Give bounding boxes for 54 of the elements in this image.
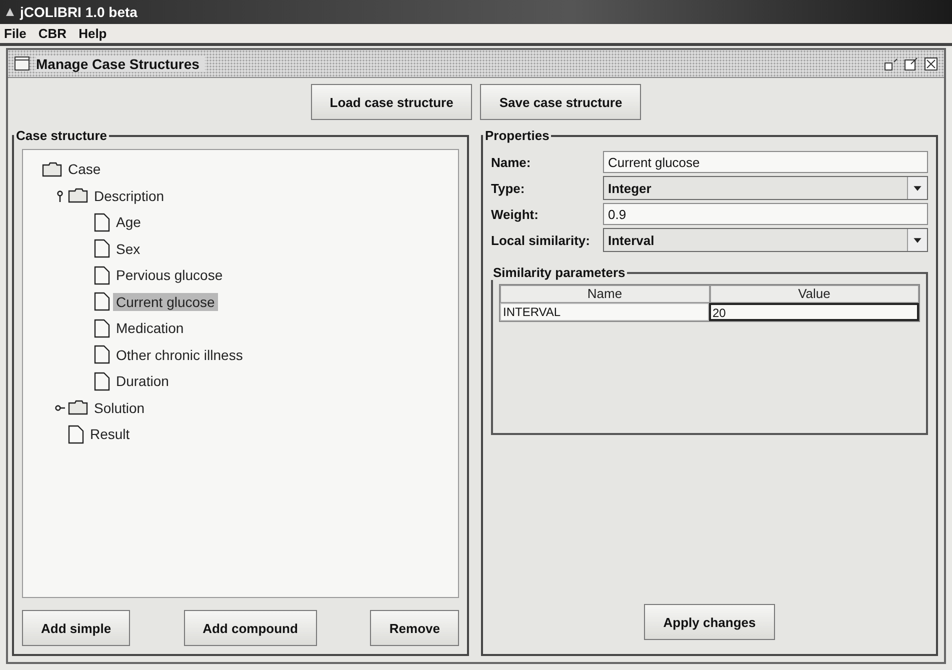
tree-node[interactable]: Sex bbox=[113, 240, 144, 258]
tree-node[interactable]: Description bbox=[91, 186, 168, 205]
tree-node[interactable]: Current glucose bbox=[113, 292, 218, 311]
table-cell[interactable]: INTERVAL bbox=[500, 303, 708, 321]
field-label: Type: bbox=[491, 180, 526, 196]
tree-node[interactable]: Solution bbox=[91, 398, 148, 417]
column-header[interactable]: Value bbox=[710, 285, 919, 303]
dropdown[interactable]: Integer bbox=[603, 176, 928, 200]
folder-icon bbox=[68, 400, 88, 416]
tree-node[interactable]: Other chronic illness bbox=[113, 346, 246, 364]
maximize-icon[interactable] bbox=[904, 56, 918, 70]
tree-node[interactable]: Result bbox=[87, 425, 133, 444]
toolbar-button[interactable]: Save case structure bbox=[480, 84, 642, 120]
tree-node[interactable]: Medication bbox=[113, 319, 187, 338]
action-button[interactable]: Add simple bbox=[22, 610, 130, 646]
table-cell[interactable]: 20 bbox=[708, 303, 919, 321]
column-header[interactable]: Name bbox=[500, 285, 710, 303]
panel-title: Properties bbox=[484, 128, 550, 143]
menu-item[interactable]: Help bbox=[78, 26, 107, 41]
field-label: Weight: bbox=[491, 206, 540, 222]
document-icon bbox=[94, 318, 110, 338]
action-button[interactable]: Add compound bbox=[184, 610, 317, 646]
document-icon bbox=[94, 212, 110, 232]
field-label: Local similarity: bbox=[491, 232, 591, 248]
tree-node[interactable]: Pervious glucose bbox=[113, 266, 226, 284]
tree-node[interactable]: Duration bbox=[113, 372, 172, 390]
document-icon bbox=[94, 372, 110, 391]
collapse-handle-icon[interactable] bbox=[55, 190, 65, 202]
action-button[interactable]: Remove bbox=[370, 610, 459, 646]
document-icon bbox=[94, 266, 110, 285]
panel-title: Case structure bbox=[15, 128, 108, 143]
window-icon bbox=[14, 56, 30, 71]
field-label: Name: bbox=[491, 154, 532, 170]
document-icon bbox=[94, 239, 110, 258]
frame-title: Manage Case Structures bbox=[36, 56, 206, 72]
document-icon bbox=[94, 345, 110, 364]
panel-title: Similarity parameters bbox=[492, 265, 626, 280]
tree-node[interactable]: Case bbox=[65, 160, 104, 178]
window-title: jCOLIBRI 1.0 beta bbox=[20, 4, 138, 20]
folder-icon bbox=[68, 188, 88, 204]
text-field[interactable]: 0.9 bbox=[603, 203, 928, 225]
minimize-icon[interactable] bbox=[884, 56, 898, 70]
app-icon bbox=[4, 6, 16, 18]
menu-item[interactable]: File bbox=[4, 26, 26, 41]
folder-icon bbox=[42, 162, 62, 177]
text-field[interactable]: Current glucose bbox=[603, 151, 928, 173]
dropdown[interactable]: Interval bbox=[603, 228, 928, 252]
close-icon[interactable] bbox=[924, 56, 938, 70]
document-icon bbox=[68, 424, 84, 444]
menu-item[interactable]: CBR bbox=[38, 26, 67, 41]
toolbar-button[interactable]: Load case structure bbox=[310, 84, 472, 120]
apply-button[interactable]: Apply changes bbox=[644, 604, 775, 640]
tree-node[interactable]: Age bbox=[113, 213, 144, 232]
document-icon bbox=[94, 292, 110, 312]
